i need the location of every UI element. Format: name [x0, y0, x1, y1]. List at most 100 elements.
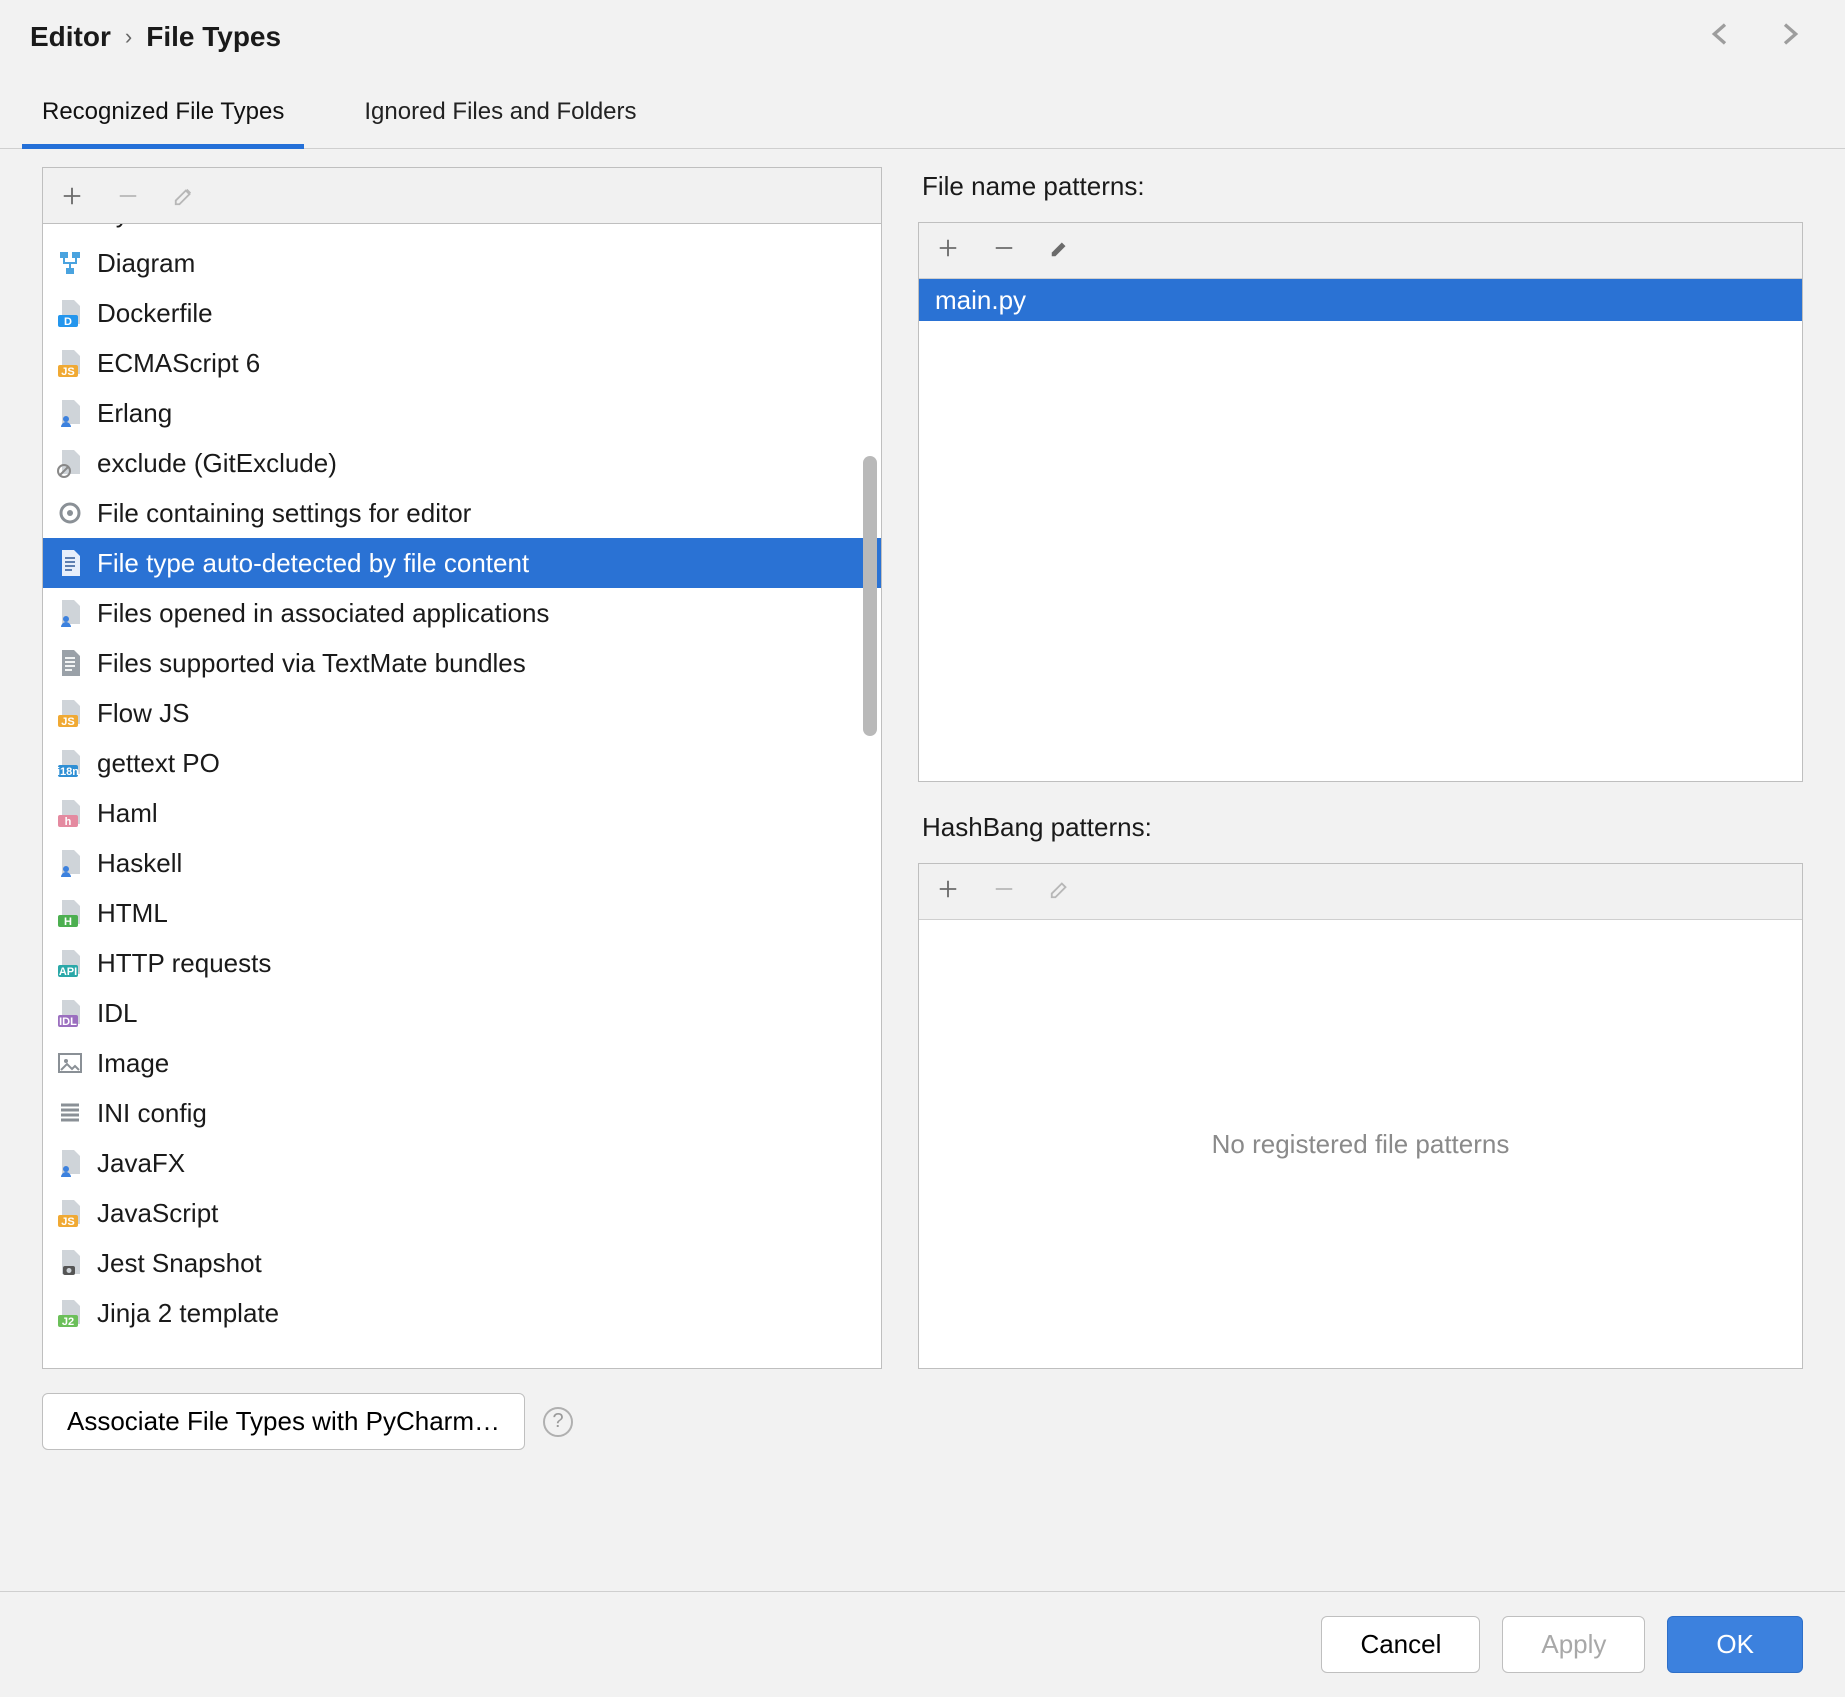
svg-text:H: H [64, 916, 72, 928]
remove-icon[interactable] [993, 237, 1015, 265]
svg-text:JS: JS [61, 1216, 74, 1228]
idl-icon: IDL [55, 998, 85, 1028]
file-type-row[interactable]: Erlang [43, 388, 881, 438]
file-name-patterns-list[interactable]: main.py [919, 279, 1802, 781]
file-type-row[interactable]: INI config [43, 1088, 881, 1138]
svg-text:D: D [64, 316, 72, 328]
file-type-label: Cython [97, 223, 179, 229]
nav-arrows [1705, 18, 1815, 56]
file-type-label: JavaFX [97, 1148, 185, 1179]
j2-icon: J2 [55, 1298, 85, 1328]
svg-text:J2: J2 [62, 1316, 74, 1328]
file-type-row[interactable]: Files opened in associated applications [43, 588, 881, 638]
h-icon: h [55, 798, 85, 828]
file-type-row[interactable]: File containing settings for editor [43, 488, 881, 538]
image-icon [55, 1048, 85, 1078]
breadcrumb-parent[interactable]: Editor [30, 21, 111, 53]
page-icon [55, 648, 85, 678]
file-type-row[interactable]: h Haml [43, 788, 881, 838]
file-type-row[interactable]: JS ECMAScript 6 [43, 338, 881, 388]
file-type-row[interactable]: J2 Jinja 2 template [43, 1288, 881, 1338]
file-type-row[interactable]: API HTTP requests [43, 938, 881, 988]
remove-icon[interactable] [115, 183, 141, 209]
file-type-row[interactable]: Image [43, 1038, 881, 1088]
ok-button[interactable]: OK [1667, 1616, 1803, 1673]
add-icon[interactable] [937, 878, 959, 906]
file-type-label: Diagram [97, 248, 195, 279]
tab-label: Ignored Files and Folders [364, 98, 636, 125]
file-type-row[interactable]: Diagram [43, 238, 881, 288]
exclude-icon [55, 448, 85, 478]
tab-recognized-file-types[interactable]: Recognized File Types [22, 84, 304, 149]
file-type-label: Jinja 2 template [97, 1298, 279, 1329]
remove-icon[interactable] [993, 878, 1015, 906]
patterns-panel: File name patterns: main.py HashBang pat… [918, 167, 1803, 1369]
edit-icon[interactable] [171, 183, 197, 209]
file-type-row[interactable]: D Dockerfile [43, 288, 881, 338]
file-types-toolbar [42, 167, 882, 223]
add-icon[interactable] [937, 237, 959, 265]
person-icon [55, 598, 85, 628]
diagram-icon [55, 248, 85, 278]
edit-icon[interactable] [1049, 878, 1071, 906]
file-types-panel: Cython Diagram D Dockerfile JS ECMAScript… [42, 167, 882, 1369]
file-type-label: Flow JS [97, 698, 189, 729]
forward-icon[interactable] [1773, 18, 1805, 56]
snapshot-icon [55, 1248, 85, 1278]
associate-row: Associate File Types with PyCharm… ? [0, 1379, 1845, 1464]
file-type-label: Jest Snapshot [97, 1248, 262, 1279]
file-type-label: exclude (GitExclude) [97, 448, 337, 479]
empty-text: No registered file patterns [919, 920, 1802, 1368]
header: Editor › File Types [0, 0, 1845, 84]
apply-button[interactable]: Apply [1502, 1616, 1645, 1673]
add-icon[interactable] [59, 183, 85, 209]
file-types-list[interactable]: Cython Diagram D Dockerfile JS ECMAScript… [42, 223, 882, 1369]
file-type-label: JavaScript [97, 1198, 218, 1229]
button-label: Associate File Types with PyCharm… [67, 1406, 500, 1436]
docker-icon: D [55, 298, 85, 328]
file-type-row[interactable]: Files supported via TextMate bundles [43, 638, 881, 688]
footer: Cancel Apply OK [0, 1591, 1845, 1697]
edit-icon[interactable] [1049, 237, 1071, 265]
file-type-label: HTML [97, 898, 168, 929]
js-icon: JS [55, 1198, 85, 1228]
file-type-row[interactable]: IDL IDL [43, 988, 881, 1038]
file-type-row[interactable]: JS Flow JS [43, 688, 881, 738]
file-type-row[interactable]: H HTML [43, 888, 881, 938]
file-type-row[interactable]: JS JavaScript [43, 1188, 881, 1238]
pattern-label: main.py [935, 285, 1026, 316]
button-label: OK [1716, 1629, 1754, 1659]
page-icon [55, 548, 85, 578]
file-type-row[interactable]: JavaFX [43, 1138, 881, 1188]
button-label: Apply [1541, 1629, 1606, 1659]
file-type-row[interactable]: Haskell [43, 838, 881, 888]
file-type-row[interactable]: Jest Snapshot [43, 1238, 881, 1288]
tab-ignored-files-and-folders[interactable]: Ignored Files and Folders [352, 84, 648, 149]
scrollbar-thumb[interactable] [863, 456, 877, 736]
file-type-label: File containing settings for editor [97, 498, 471, 529]
file-name-patterns-toolbar [919, 223, 1802, 279]
file-type-label: Haskell [97, 848, 182, 879]
hashbang-patterns-box: No registered file patterns [918, 863, 1803, 1369]
content: Cython Diagram D Dockerfile JS ECMAScript… [0, 149, 1845, 1379]
back-icon[interactable] [1705, 18, 1737, 56]
file-name-patterns-box: main.py [918, 222, 1803, 782]
breadcrumb-current: File Types [146, 21, 281, 53]
file-name-patterns-title: File name patterns: [918, 167, 1803, 208]
help-icon[interactable]: ? [543, 1407, 573, 1437]
file-type-row[interactable]: i18n gettext PO [43, 738, 881, 788]
svg-text:i18n: i18n [57, 766, 79, 778]
file-type-label: HTTP requests [97, 948, 271, 979]
tab-label: Recognized File Types [42, 98, 284, 125]
hashbang-patterns-list[interactable]: No registered file patterns [919, 920, 1802, 1368]
file-type-row[interactable]: exclude (GitExclude) [43, 438, 881, 488]
haskell-icon [55, 848, 85, 878]
associate-file-types-button[interactable]: Associate File Types with PyCharm… [42, 1393, 525, 1450]
file-type-label: Files opened in associated applications [97, 598, 549, 629]
pattern-row[interactable]: main.py [919, 279, 1802, 321]
button-label: Cancel [1360, 1629, 1441, 1659]
file-type-row[interactable]: Cython [43, 223, 881, 238]
breadcrumb-separator-icon: › [125, 24, 132, 50]
cancel-button[interactable]: Cancel [1321, 1616, 1480, 1673]
file-type-row[interactable]: File type auto-detected by file content [43, 538, 881, 588]
